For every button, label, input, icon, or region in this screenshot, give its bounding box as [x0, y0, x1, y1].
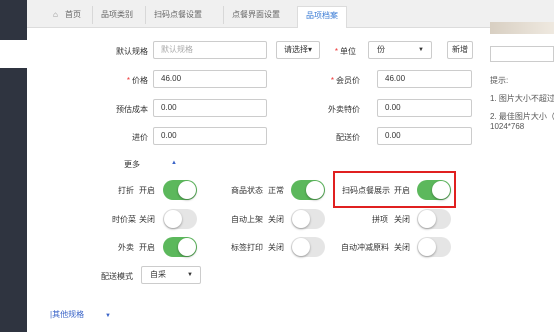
- sidebar-active-item[interactable]: [0, 40, 27, 68]
- unit-label: * 单位: [324, 46, 356, 57]
- chevron-up-icon[interactable]: ▲: [171, 160, 177, 166]
- seasonal-toggle[interactable]: [163, 209, 197, 229]
- takeout-price-label: 外卖特价: [328, 105, 360, 114]
- price-input[interactable]: 46.00: [153, 70, 267, 88]
- est-cost-input[interactable]: 0.00: [153, 99, 267, 117]
- item-status-status: 正常: [268, 186, 284, 195]
- seasonal-label: 时价菜: [112, 215, 136, 224]
- label-print-status: 关闭: [268, 243, 284, 252]
- delivery-mode-select[interactable]: 自采 ▼: [141, 266, 201, 284]
- image-thumbnail: [490, 22, 554, 34]
- tab-scan-settings[interactable]: 扫码点餐设置: [145, 6, 210, 24]
- tips-line2: 2. 最佳图片大小（: [490, 112, 554, 121]
- auto-deduct-label: 自动冲减原料: [341, 243, 389, 252]
- tab-item-archive-label: 品项档案: [306, 11, 338, 20]
- seasonal-status: 关闭: [139, 215, 155, 224]
- toggle-knob: [178, 238, 196, 256]
- chevron-down-icon[interactable]: ▼: [105, 313, 111, 319]
- discount-toggle[interactable]: [163, 180, 197, 200]
- label-print-toggle[interactable]: [291, 237, 325, 257]
- choose-spec-button[interactable]: 请选择▾: [276, 41, 320, 59]
- member-price-label: * 会员价: [316, 75, 360, 86]
- tab-ui-settings-label: 点餐界面设置: [232, 10, 280, 19]
- item-status-toggle[interactable]: [291, 180, 325, 200]
- auto-deduct-status: 关闭: [394, 243, 410, 252]
- discount-status: 开启: [139, 186, 155, 195]
- tab-home[interactable]: ⌂ 首页: [45, 6, 89, 24]
- tab-scan-settings-label: 扫码点餐设置: [154, 10, 202, 19]
- item-status-label: 商品状态: [231, 186, 263, 195]
- more-toggle[interactable]: 更多: [124, 159, 140, 170]
- tips-title: 提示:: [490, 76, 509, 85]
- delivery-price-label: 配送价: [336, 133, 360, 142]
- label-print-label: 标签打印: [231, 243, 263, 252]
- required-mark: *: [330, 76, 334, 85]
- tab-item-category[interactable]: 品项类别: [92, 6, 141, 24]
- combo-status: 关闭: [394, 215, 410, 224]
- chevron-down-icon: ▼: [187, 272, 193, 278]
- tab-bar: ⌂ 首页 品项类别 扫码点餐设置 点餐界面设置 品项档案: [27, 0, 554, 29]
- takeout-label: 外卖: [118, 243, 134, 252]
- right-panel: 提示: 1. 图片大小不超过 2. 最佳图片大小（ 1024*768: [482, 22, 554, 332]
- delivery-mode-value: 自采: [150, 270, 166, 279]
- sidebar: [0, 0, 27, 332]
- home-icon: ⌂: [53, 10, 58, 19]
- default-spec-label: 默认规格: [116, 47, 148, 56]
- takeout-status: 开启: [139, 243, 155, 252]
- delivery-price-input[interactable]: 0.00: [377, 127, 472, 145]
- default-spec-input[interactable]: 默认规格: [153, 41, 267, 59]
- toggle-knob: [292, 210, 310, 228]
- tips-line1: 1. 图片大小不超过: [490, 94, 554, 103]
- toggle-knob: [178, 181, 196, 199]
- combo-toggle[interactable]: [417, 209, 451, 229]
- toggle-knob: [306, 181, 324, 199]
- required-mark: *: [126, 76, 130, 85]
- unit-select[interactable]: 份 ▼: [368, 41, 432, 59]
- toggle-knob: [292, 238, 310, 256]
- auto-shelf-label: 自动上架: [231, 215, 263, 224]
- takeout-toggle[interactable]: [163, 237, 197, 257]
- discount-label: 打折: [118, 186, 134, 195]
- required-mark: *: [334, 47, 338, 56]
- chevron-down-icon: ▼: [418, 47, 424, 53]
- tab-item-category-label: 品项类别: [101, 10, 133, 19]
- delivery-mode-label: 配送模式: [101, 272, 133, 281]
- auto-deduct-toggle[interactable]: [417, 237, 451, 257]
- auto-shelf-status: 关闭: [268, 215, 284, 224]
- takeout-price-input[interactable]: 0.00: [377, 99, 472, 117]
- member-price-input[interactable]: 46.00: [377, 70, 472, 88]
- price-label: * 价格: [110, 75, 148, 86]
- image-path-field[interactable]: [490, 46, 554, 62]
- auto-shelf-toggle[interactable]: [291, 209, 325, 229]
- tips-line3: 1024*768: [490, 122, 525, 131]
- purchase-price-input[interactable]: 0.00: [153, 127, 267, 145]
- tab-item-archive[interactable]: 品项档案: [297, 6, 347, 29]
- price-label-text: 价格: [132, 76, 148, 85]
- add-unit-button[interactable]: 新增: [447, 41, 473, 59]
- toggle-knob: [418, 210, 436, 228]
- highlight-box: [333, 171, 456, 208]
- unit-select-value: 份: [377, 45, 385, 54]
- purchase-price-label: 进价: [132, 133, 148, 142]
- toggle-knob: [164, 210, 182, 228]
- est-cost-label: 预估成本: [116, 105, 148, 114]
- member-price-label-text: 会员价: [336, 76, 360, 85]
- toggle-knob: [418, 238, 436, 256]
- combo-label: 拼项: [372, 215, 388, 224]
- other-specs-link[interactable]: |其他规格: [50, 309, 84, 320]
- tab-home-label: 首页: [65, 10, 81, 19]
- tab-ui-settings[interactable]: 点餐界面设置: [223, 6, 288, 24]
- unit-label-text: 单位: [340, 47, 356, 56]
